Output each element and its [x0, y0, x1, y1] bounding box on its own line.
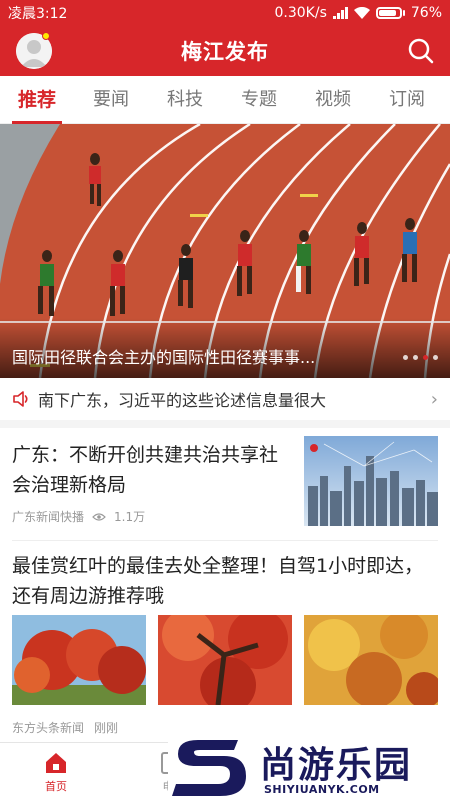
app-header: 梅江发布 [0, 26, 450, 76]
carousel-indicator[interactable] [403, 355, 438, 360]
nav-home-label: 首页 [45, 779, 67, 793]
battery-icon [375, 7, 405, 19]
article-time: 刚刚 [94, 721, 119, 735]
watermark-text: 尚游乐园 [260, 745, 413, 786]
article-thumbnail [158, 615, 292, 705]
article-thumbnail [304, 436, 438, 526]
app-title: 梅江发布 [181, 40, 269, 64]
ticker-text: 南下广东，习近平的这些论述信息量很大 [38, 391, 327, 410]
eye-icon [92, 512, 106, 521]
watermark-url: SHIYIUANYK.COM [264, 783, 380, 796]
article-meta: 广东新闻快播 1.1万 [12, 508, 145, 525]
article-headline: 最佳赏红叶的最佳去处全整理！自驾1小时即达，还有周边游推荐哦 [12, 555, 424, 607]
battery-percent: 76% [410, 5, 442, 21]
article-meta: 东方头条新闻 刚刚 [12, 719, 118, 736]
home-icon [46, 752, 66, 773]
speaker-icon [13, 391, 28, 407]
article-image-row [12, 615, 438, 705]
red-maple-image [158, 615, 292, 705]
golden-leaves-image [304, 615, 438, 705]
news-ticker[interactable]: 南下广东，习近平的这些论述信息量很大 › [0, 378, 450, 428]
tab-subscribe[interactable]: 订阅 [370, 76, 444, 124]
article-source: 东方头条新闻 [12, 721, 85, 735]
tab-headlines[interactable]: 要闻 [74, 76, 148, 124]
carousel-dot [433, 355, 438, 360]
hero-caption: 国际田径联合会主办的国际性田径赛事事... [12, 348, 316, 367]
tab-topics[interactable]: 专题 [222, 76, 296, 124]
tab-tech[interactable]: 科技 [148, 76, 222, 124]
autumn-tree-image [12, 615, 146, 705]
article-views: 1.1万 [114, 510, 146, 524]
nav-home[interactable]: 首页 [0, 743, 112, 800]
article-thumbnail [304, 615, 438, 705]
network-speed: 0.30K/s [274, 5, 327, 21]
carousel-dot-active [423, 355, 428, 360]
notification-dot [42, 32, 50, 40]
article-thumbnail [12, 615, 146, 705]
article-card[interactable]: 最佳赏红叶的最佳去处全整理！自驾1小时即达，还有周边游推荐哦 东方头条新闻 刚刚 [0, 541, 450, 741]
status-time: 凌晨3:12 [8, 6, 68, 22]
carousel-dot [403, 355, 408, 360]
signal-icon [332, 7, 348, 19]
hero-banner[interactable]: 国际田径联合会主办的国际性田径赛事事... [0, 124, 450, 378]
article-headline: 广东：不断开创共建共治共享社会治理新格局 [12, 444, 279, 496]
carousel-dot [413, 355, 418, 360]
search-icon[interactable] [406, 36, 436, 66]
tab-recommend[interactable]: 推荐 [0, 76, 74, 124]
chevron-right-icon: › [430, 388, 438, 410]
article-card[interactable]: 广东：不断开创共建共治共享社会治理新格局 广东新闻快播 1.1万 [0, 428, 450, 540]
watermark-logo-icon [172, 740, 246, 796]
status-bar: 凌晨3:12 0.30K/s 76% [0, 0, 450, 26]
article-source: 广东新闻快播 [12, 510, 85, 524]
category-tabs: 推荐 要闻 科技 专题 视频 订阅 [0, 76, 450, 124]
watermark: 尚游乐园 SHIYIUANYK.COM [168, 734, 450, 800]
wifi-icon [353, 7, 370, 19]
tab-video[interactable]: 视频 [296, 76, 370, 124]
city-skyline-image [304, 436, 438, 526]
